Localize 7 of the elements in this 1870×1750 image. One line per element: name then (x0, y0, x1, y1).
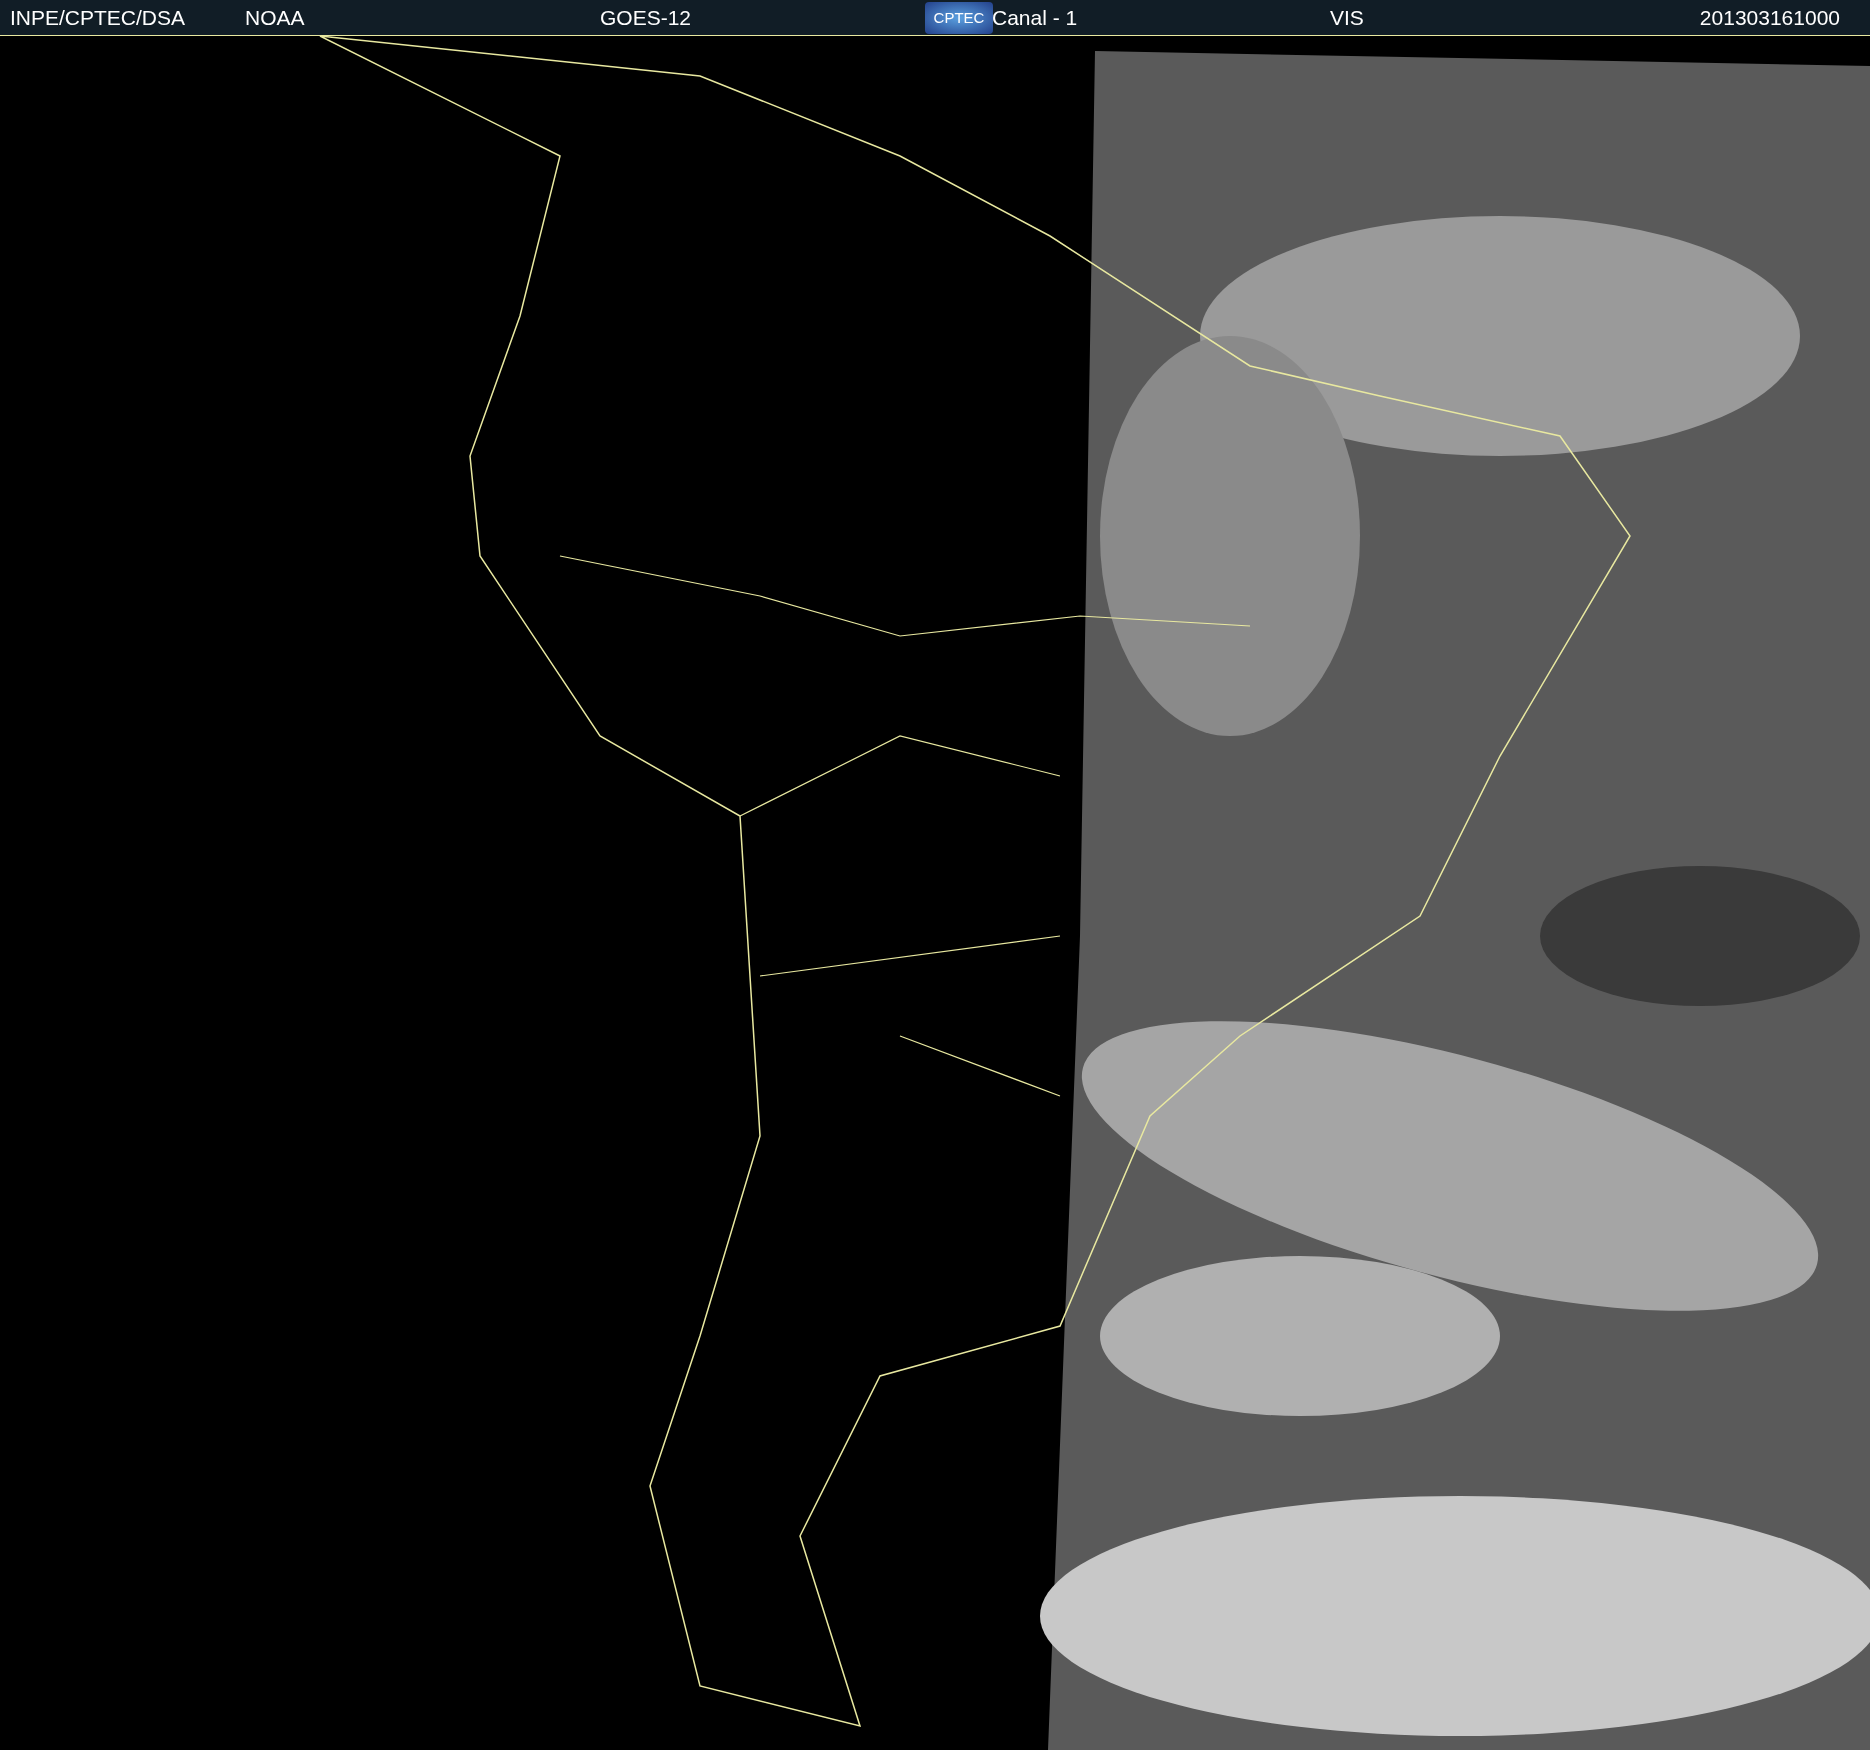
logo: CPTEC (925, 1, 993, 34)
agency-label: NOAA (245, 5, 306, 30)
source-label: INPE/CPTEC/DSA (10, 5, 187, 30)
band-label: VIS (1330, 5, 1365, 30)
satellite-label: GOES-12 (600, 5, 693, 30)
channel-label: Canal - 1 (992, 5, 1079, 30)
timestamp-label: 201303161000 (1699, 5, 1840, 30)
